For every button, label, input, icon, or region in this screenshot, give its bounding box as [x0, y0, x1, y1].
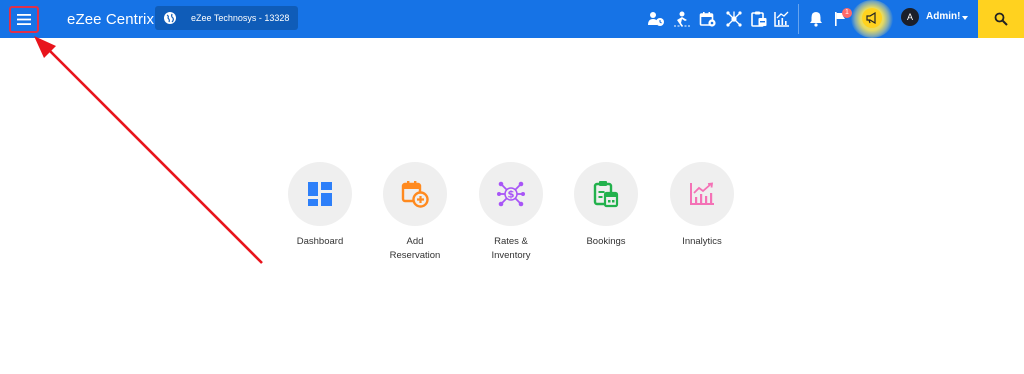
search-icon [994, 12, 1008, 26]
innalytics-icon [690, 182, 714, 205]
tile-add-reservation[interactable]: Add Reservation [375, 162, 455, 263]
dashboard-grid-icon [308, 182, 332, 206]
app-name: eZee Centrix [67, 10, 155, 28]
globe-icon [164, 12, 176, 24]
bookings-icon [593, 181, 619, 208]
hamburger-icon [17, 14, 31, 25]
rates-inventory-icon: $ [497, 181, 525, 207]
app-logo[interactable]: eZee Centrix [46, 8, 154, 30]
tile-bookings[interactable]: Bookings [566, 162, 646, 249]
megaphone-icon [866, 12, 876, 24]
bell-icon[interactable] [805, 8, 827, 30]
user-name[interactable]: Admin! [926, 11, 960, 22]
logo-crescent-icon [49, 10, 60, 28]
tile-bookings-circle[interactable] [574, 162, 638, 226]
tile-innalytics-circle[interactable] [670, 162, 734, 226]
add-reservation-icon [401, 181, 429, 208]
clipboard-icon[interactable] [748, 8, 770, 30]
analytics-icon[interactable] [771, 8, 793, 30]
property-selector[interactable]: eZee Technosys - 13328 [155, 6, 298, 30]
avatar[interactable]: A [901, 8, 919, 26]
toolbar-divider [798, 4, 799, 34]
tile-dashboard-circle[interactable] [288, 162, 352, 226]
tile-dashboard[interactable]: Dashboard [280, 162, 360, 249]
tile-innalytics[interactable]: Innalytics [662, 162, 742, 249]
tile-label: Bookings [586, 236, 626, 247]
tile-label: Add Reservation [389, 236, 441, 261]
tile-label: Rates & Inventory [491, 236, 531, 261]
walk-in-icon[interactable] [671, 8, 693, 30]
property-name: eZee Technosys - 13328 [191, 13, 290, 23]
hamburger-menu-button[interactable] [9, 6, 39, 33]
megaphone-button[interactable] [862, 8, 882, 28]
quick-access-tiles: Dashboard Add Reservation $ Rates & Inve… [285, 162, 745, 272]
tile-label: Innalytics [682, 236, 722, 247]
guest-time-icon[interactable] [645, 8, 667, 30]
search-button[interactable] [978, 0, 1024, 38]
chevron-down-icon[interactable] [962, 16, 968, 20]
tile-rates-inventory[interactable]: $ Rates & Inventory [471, 162, 551, 263]
network-icon[interactable] [723, 8, 745, 30]
tile-label: Dashboard [296, 236, 344, 247]
tile-add-reservation-circle[interactable] [383, 162, 447, 226]
top-navbar: eZee Centrix eZee Technosys - 13328 1 A … [0, 0, 1024, 38]
tile-rates-inventory-circle[interactable]: $ [479, 162, 543, 226]
svg-text:$: $ [508, 190, 515, 201]
calendar-settings-icon[interactable] [697, 8, 719, 30]
